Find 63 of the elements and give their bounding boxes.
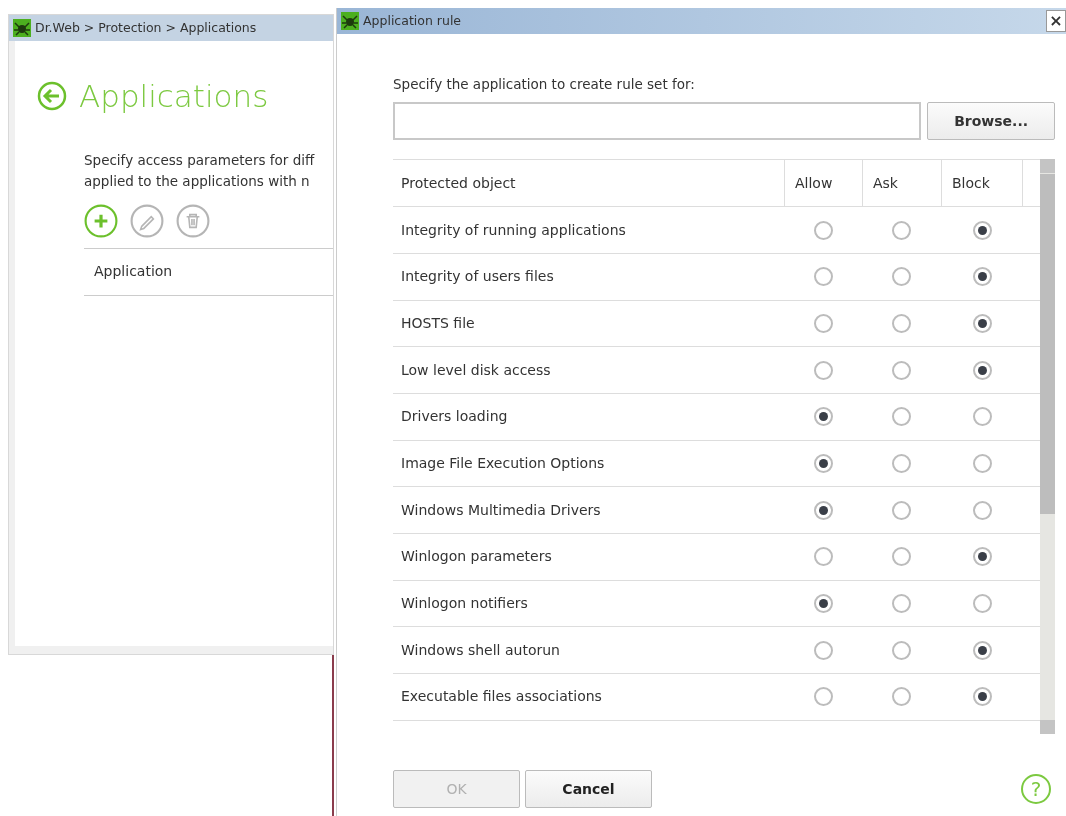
radio-button[interactable]	[972, 594, 992, 614]
scrollbar[interactable]	[1040, 159, 1055, 735]
description-text: applied to the applications with n	[84, 171, 311, 191]
table-cell-text: Drivers loading	[401, 407, 508, 427]
column-header: Allow	[795, 173, 833, 193]
page-heading: Applications	[79, 77, 269, 116]
radio-button[interactable]	[972, 687, 992, 707]
cancel-button[interactable]: Cancel	[525, 770, 652, 809]
radio-button[interactable]	[813, 687, 833, 707]
radio-button[interactable]	[972, 454, 992, 474]
radio-button[interactable]	[813, 640, 833, 660]
spider-logo-icon	[341, 12, 359, 30]
table-cell-text: Integrity of users files	[401, 267, 554, 287]
column-header: Ask	[873, 173, 898, 193]
radio-button[interactable]	[972, 313, 992, 333]
table-cell-text: HOSTS file	[401, 313, 475, 333]
radio-button[interactable]	[972, 500, 992, 520]
table-cell-text: Low level disk access	[401, 360, 551, 380]
radio-button[interactable]	[892, 407, 911, 427]
radio-button[interactable]	[892, 500, 911, 520]
radio-button[interactable]	[972, 360, 992, 380]
browse-button[interactable]: Browse...	[927, 102, 1055, 141]
path-input-field[interactable]	[393, 102, 922, 141]
radio-button[interactable]	[813, 360, 833, 380]
radio-button[interactable]	[813, 267, 833, 287]
radio-button[interactable]	[813, 500, 833, 520]
radio-button[interactable]	[972, 220, 992, 240]
description-text: Specify access parameters for diff	[84, 150, 316, 170]
radio-button[interactable]	[892, 360, 911, 380]
radio-button[interactable]	[813, 594, 833, 614]
breadcrumb: Dr.Web > Protection > Applications	[35, 18, 257, 37]
radio-button[interactable]	[972, 407, 992, 427]
radio-button[interactable]	[813, 547, 833, 567]
spider-logo-icon	[13, 19, 31, 37]
dialog-title: Application rule	[363, 11, 462, 30]
close-button[interactable]: ×	[1046, 10, 1066, 32]
column-header: Block	[952, 173, 990, 193]
column-header: Application	[94, 262, 173, 281]
prompt-label: Specify the application to create rule set for:	[393, 75, 696, 94]
table-cell-text: Windows shell autorun	[401, 640, 560, 660]
radio-button[interactable]	[892, 454, 911, 474]
radio-button[interactable]	[892, 220, 911, 240]
radio-button[interactable]	[892, 687, 911, 707]
radio-button[interactable]	[813, 220, 833, 240]
table-cell-text: Winlogon parameters	[401, 547, 552, 567]
radio-button[interactable]	[892, 547, 911, 567]
radio-button[interactable]	[892, 313, 911, 333]
radio-button[interactable]	[972, 267, 992, 287]
radio-button[interactable]	[813, 454, 833, 474]
radio-button[interactable]	[892, 594, 911, 614]
radio-button[interactable]	[892, 267, 911, 287]
radio-button[interactable]	[892, 640, 911, 660]
table-cell-text: Winlogon notifiers	[401, 594, 528, 614]
radio-button[interactable]	[972, 640, 992, 660]
column-header: Protected object	[401, 173, 516, 193]
table-cell-text: Image File Execution Options	[401, 454, 605, 474]
add-icon[interactable]	[84, 203, 118, 238]
radio-button[interactable]	[972, 547, 992, 567]
table-cell-text: Executable files associations	[401, 687, 602, 707]
radio-button[interactable]	[813, 407, 833, 427]
radio-button[interactable]	[813, 313, 833, 333]
table-cell-text: Integrity of running applications	[401, 220, 626, 240]
table-cell-text: Windows Multimedia Drivers	[401, 500, 601, 520]
